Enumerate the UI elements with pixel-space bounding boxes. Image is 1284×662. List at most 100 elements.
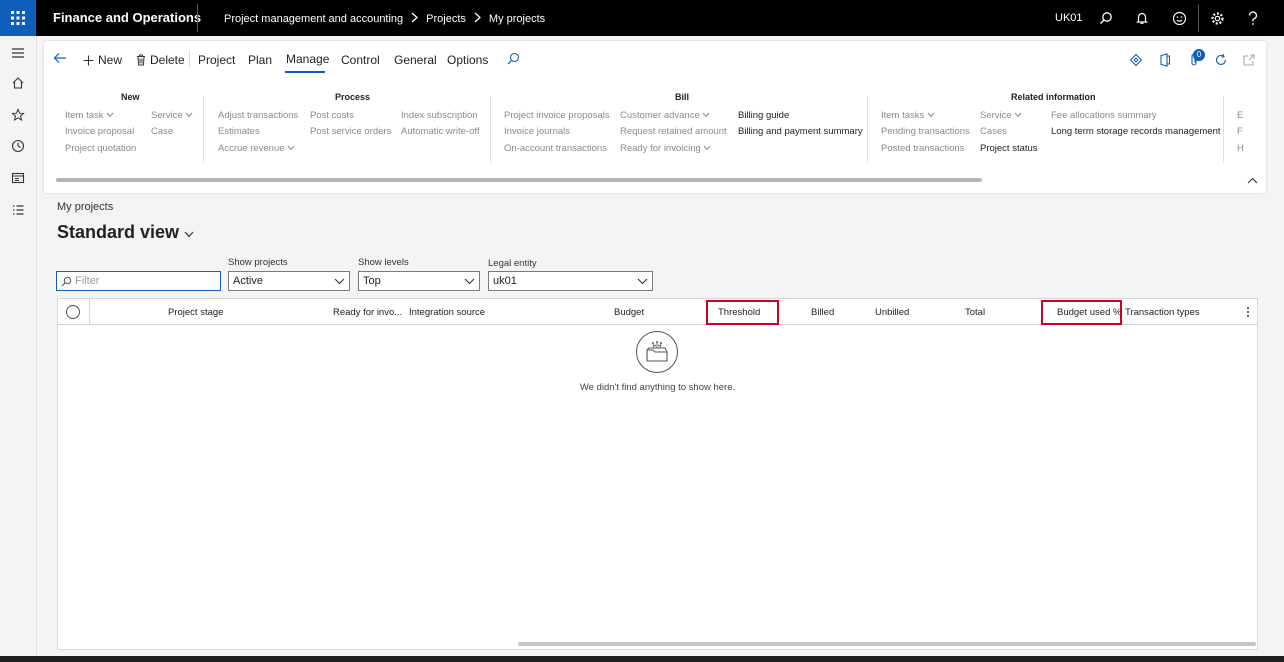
- group-divider: [203, 96, 204, 163]
- menu-estimates[interactable]: Estimates: [218, 126, 260, 137]
- chevron-down-icon: [287, 145, 295, 151]
- menu-pending-transactions[interactable]: Pending transactions: [881, 126, 970, 137]
- breadcrumb-projects[interactable]: Projects: [426, 13, 466, 25]
- empty-state-message: We didn't find anything to show here.: [579, 382, 736, 393]
- workspace-icon[interactable]: [10, 170, 26, 186]
- open-in-new-window-icon[interactable]: [1241, 52, 1257, 68]
- clock-icon[interactable]: [10, 138, 26, 154]
- back-button[interactable]: [53, 52, 71, 64]
- menu-invoice-proposal[interactable]: Invoice proposal: [65, 126, 134, 137]
- tab-options[interactable]: Options: [447, 53, 488, 67]
- menu-item-tasks[interactable]: Item tasks: [881, 110, 935, 121]
- tab-project[interactable]: Project: [198, 53, 235, 67]
- gear-icon[interactable]: [1208, 9, 1226, 27]
- chevron-up-icon: [1247, 177, 1258, 184]
- column-header-project-stage[interactable]: Project stage: [168, 307, 223, 318]
- menu-posted-transactions[interactable]: Posted transactions: [881, 143, 964, 154]
- menu-project-quotation[interactable]: Project quotation: [65, 143, 136, 154]
- power-apps-icon[interactable]: [1128, 52, 1144, 68]
- smiley-icon[interactable]: [1170, 9, 1188, 27]
- search-icon: [61, 276, 72, 286]
- bell-icon[interactable]: [1133, 9, 1151, 27]
- menu-project-status[interactable]: Project status: [980, 143, 1038, 154]
- app-title[interactable]: Finance and Operations: [53, 10, 201, 25]
- filter-placeholder: Filter: [75, 275, 100, 287]
- column-header-billed[interactable]: Billed: [811, 307, 834, 318]
- help-icon[interactable]: [1244, 9, 1262, 27]
- tab-general[interactable]: General: [394, 53, 437, 67]
- menu-post-service-orders[interactable]: Post service orders: [310, 126, 391, 137]
- column-header-ready-for-invoicing[interactable]: Ready for invo...: [333, 307, 402, 318]
- breadcrumb: Project management and accounting Projec…: [224, 12, 545, 26]
- menu-index-subscription[interactable]: Index subscription: [401, 110, 478, 121]
- menu-overflow-item[interactable]: H: [1237, 143, 1244, 154]
- search-icon[interactable]: [1097, 9, 1115, 27]
- menu-long-term-storage-records-management[interactable]: Long term storage records management: [1051, 126, 1221, 137]
- show-projects-select[interactable]: Active: [228, 271, 350, 291]
- select-all-checkbox[interactable]: [66, 305, 80, 319]
- column-header-budget[interactable]: Budget: [614, 307, 644, 318]
- column-header-total[interactable]: Total: [965, 307, 985, 318]
- menu-billing-guide[interactable]: Billing guide: [738, 110, 789, 121]
- menu-cases[interactable]: Cases: [980, 126, 1007, 137]
- plus-icon: [83, 55, 94, 65]
- menu-post-costs[interactable]: Post costs: [310, 110, 354, 121]
- show-levels-select[interactable]: Top: [358, 271, 480, 291]
- home-icon[interactable]: [10, 75, 26, 91]
- page-caption: My projects: [57, 201, 114, 213]
- grid-horizontal-scrollbar[interactable]: [518, 642, 1256, 646]
- action-search-button[interactable]: [507, 52, 524, 65]
- menu-related-service[interactable]: Service: [980, 110, 1022, 121]
- menu-adjust-transactions[interactable]: Adjust transactions: [218, 110, 298, 121]
- menu-overflow-item[interactable]: E: [1237, 110, 1243, 121]
- toolbar-divider: [189, 50, 190, 68]
- menu-invoice-journals[interactable]: Invoice journals: [504, 126, 570, 137]
- menu-ready-for-invoicing[interactable]: Ready for invoicing: [620, 143, 711, 154]
- delete-button[interactable]: Delete: [136, 53, 185, 67]
- filter-input[interactable]: Filter: [56, 271, 221, 291]
- star-icon[interactable]: [10, 107, 26, 123]
- modules-list-icon[interactable]: [10, 202, 26, 218]
- column-header-integration-source[interactable]: Integration source: [409, 307, 485, 318]
- breadcrumb-module[interactable]: Project management and accounting: [224, 13, 403, 25]
- tab-manage[interactable]: Manage: [286, 52, 329, 66]
- column-header-transaction-types[interactable]: Transaction types: [1125, 307, 1200, 318]
- tab-plan[interactable]: Plan: [248, 53, 272, 67]
- menu-item-task[interactable]: Item task: [65, 110, 114, 121]
- legal-entity-value: uk01: [493, 275, 517, 287]
- view-selector[interactable]: Standard view: [57, 222, 194, 243]
- menu-customer-advance[interactable]: Customer advance: [620, 110, 710, 121]
- empty-folder-icon: [636, 331, 678, 373]
- menu-automatic-write-off[interactable]: Automatic write-off: [401, 126, 480, 137]
- office-icon[interactable]: [1157, 52, 1173, 68]
- more-options-icon[interactable]: [1246, 305, 1250, 323]
- chevron-down-icon: [637, 278, 648, 285]
- refresh-icon[interactable]: [1213, 52, 1229, 68]
- breadcrumb-my-projects[interactable]: My projects: [489, 13, 545, 25]
- legal-entity-label: Legal entity: [488, 258, 537, 269]
- chevron-down-icon: [334, 278, 345, 285]
- menu-service[interactable]: Service: [151, 110, 193, 121]
- menu-accrue-revenue[interactable]: Accrue revenue: [218, 143, 295, 154]
- menu-case[interactable]: Case: [151, 126, 173, 137]
- group-title-process: Process: [335, 92, 371, 102]
- action-pane-scrollbar[interactable]: [56, 178, 982, 182]
- menu-overflow-item[interactable]: F: [1237, 126, 1243, 137]
- menu-fee-allocations-summary[interactable]: Fee allocations summary: [1051, 110, 1157, 121]
- hamburger-icon[interactable]: [10, 45, 26, 61]
- chevron-right-icon: [411, 12, 419, 26]
- collapse-action-pane-button[interactable]: [1247, 171, 1258, 189]
- arrow-left-icon: [53, 53, 66, 63]
- menu-project-invoice-proposals[interactable]: Project invoice proposals: [504, 110, 610, 121]
- chevron-right-icon: [474, 12, 481, 26]
- legal-entity-select[interactable]: uk01: [488, 271, 653, 291]
- column-header-unbilled[interactable]: Unbilled: [875, 307, 909, 318]
- chevron-down-icon: [704, 145, 711, 151]
- menu-billing-and-payment-summary[interactable]: Billing and payment summary: [738, 126, 863, 137]
- tab-control[interactable]: Control: [341, 53, 380, 67]
- menu-request-retained-amount[interactable]: Request retained amount: [620, 126, 727, 137]
- menu-on-account-transactions[interactable]: On-account transactions: [504, 143, 607, 154]
- app-launcher-button[interactable]: [0, 0, 36, 36]
- new-button[interactable]: New: [83, 53, 122, 67]
- company-picker[interactable]: UK01: [1055, 12, 1083, 24]
